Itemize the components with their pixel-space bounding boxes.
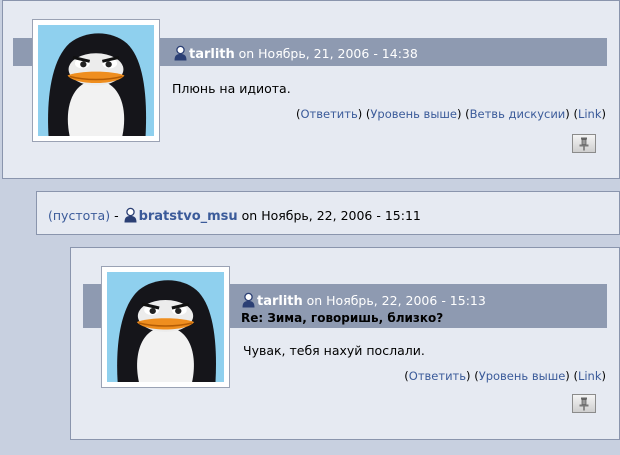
comment-title: Re: Зима, говоришь, близко? xyxy=(241,311,444,325)
permalink-link[interactable]: Link xyxy=(578,107,602,121)
user-icon xyxy=(241,292,256,308)
pushpin-icon xyxy=(578,137,590,151)
reply-author-line: (пустота) - bratstvo_msu on Ноябрь, 22, … xyxy=(48,207,421,224)
comment-date: on Ноябрь, 21, 2006 - 14:38 xyxy=(238,46,418,61)
comment-author-link[interactable]: tarlith xyxy=(189,47,235,62)
comment-body: Чувак, тебя нахуй послали. xyxy=(243,343,425,358)
parent-link[interactable]: Уровень выше xyxy=(479,369,566,383)
reply-link[interactable]: Ответить xyxy=(409,369,466,383)
pin-button-2[interactable] xyxy=(572,394,596,413)
comment-author-link[interactable]: tarlith xyxy=(257,294,303,309)
penguin-avatar-image xyxy=(107,272,224,382)
reply-date: on Ноябрь, 22, 2006 - 15:11 xyxy=(241,208,421,223)
penguin-avatar-image xyxy=(38,25,154,136)
pin-button-1[interactable] xyxy=(572,134,596,153)
parent-link[interactable]: Уровень выше xyxy=(370,107,457,121)
user-icon xyxy=(123,207,138,223)
comment-body: Плюнь на идиота. xyxy=(172,81,291,96)
reply-link[interactable]: Ответить xyxy=(300,107,357,121)
pushpin-icon xyxy=(578,397,590,411)
avatar xyxy=(101,266,230,388)
comment-links-1: (Ответить) (Уровень выше) (Ветвь дискуси… xyxy=(295,107,606,121)
user-icon xyxy=(173,45,188,61)
comment-links-2: (Ответить) (Уровень выше) (Link) xyxy=(404,369,606,383)
thread-link[interactable]: Ветвь дискусии xyxy=(470,107,566,121)
separator: - xyxy=(114,208,119,223)
avatar xyxy=(32,19,160,142)
reply-author-link[interactable]: bratstvo_msu xyxy=(139,209,238,224)
permalink-link[interactable]: Link xyxy=(578,369,602,383)
comment-date: on Ноябрь, 22, 2006 - 15:13 xyxy=(306,293,486,308)
empty-subject-link[interactable]: (пустота) xyxy=(48,208,110,223)
